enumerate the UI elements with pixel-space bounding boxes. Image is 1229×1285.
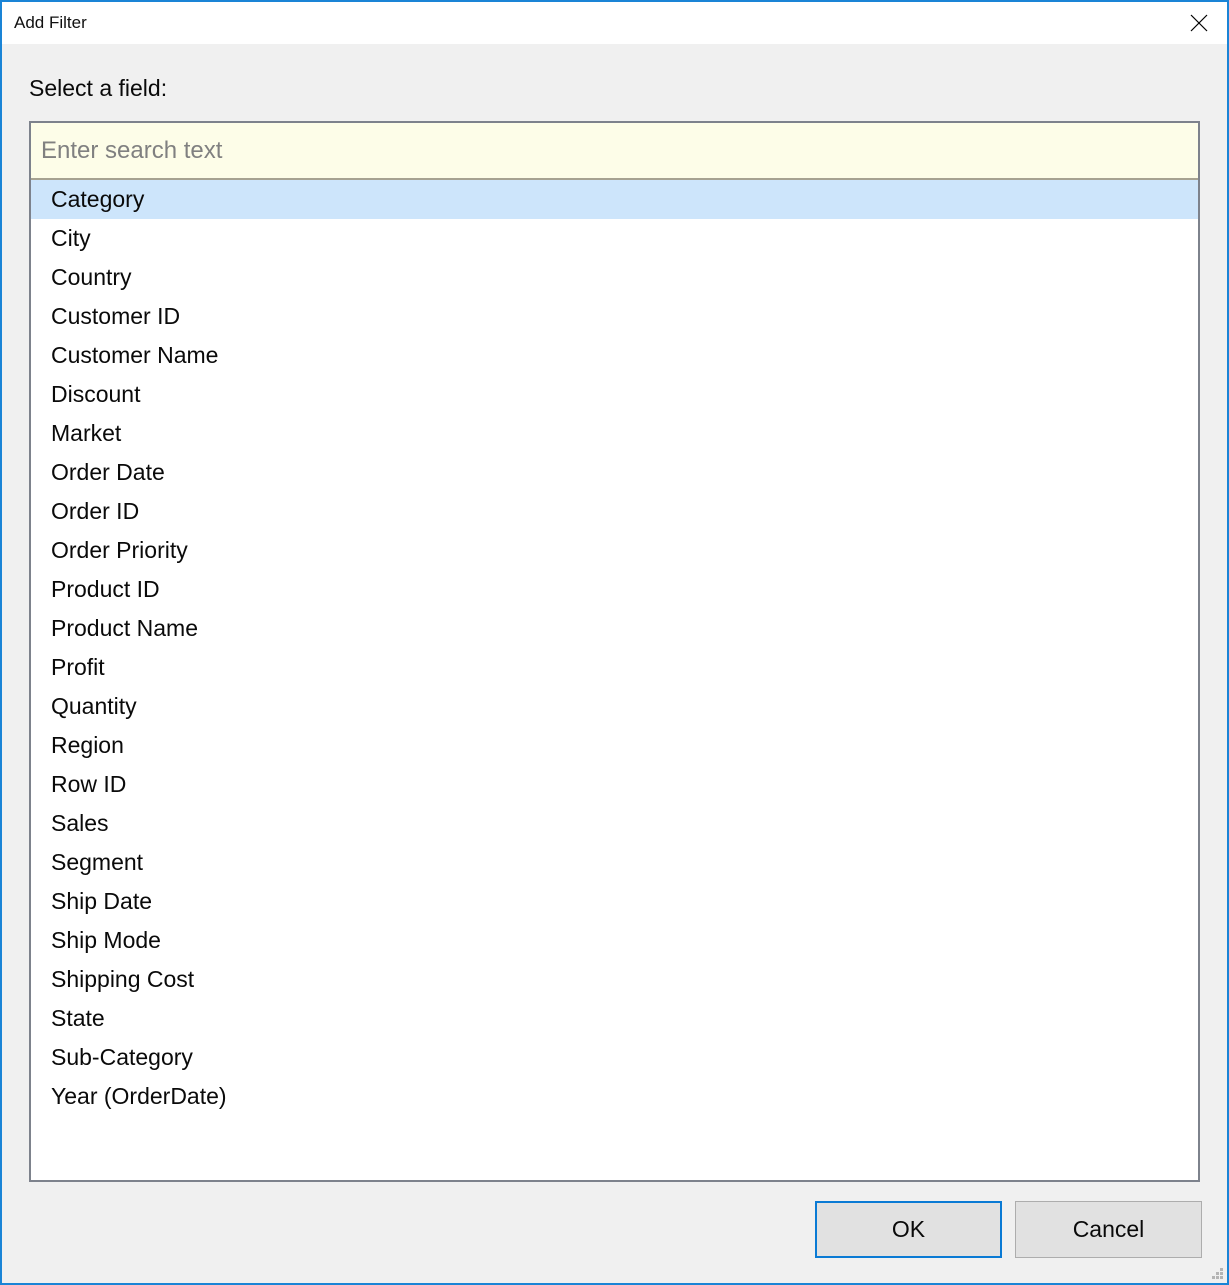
field-list-item[interactable]: Country: [31, 258, 1198, 297]
field-list-item[interactable]: Row ID: [31, 765, 1198, 804]
dialog-body: Select a field: CategoryCityCountryCusto…: [2, 44, 1227, 1283]
field-list-item[interactable]: Ship Date: [31, 882, 1198, 921]
field-list-item[interactable]: Segment: [31, 843, 1198, 882]
field-list-item[interactable]: City: [31, 219, 1198, 258]
field-list-item[interactable]: Quantity: [31, 687, 1198, 726]
field-list[interactable]: CategoryCityCountryCustomer IDCustomer N…: [31, 180, 1198, 1180]
field-picker: CategoryCityCountryCustomer IDCustomer N…: [29, 121, 1200, 1182]
field-list-item[interactable]: Sub-Category: [31, 1038, 1198, 1077]
field-list-item[interactable]: State: [31, 999, 1198, 1038]
ok-button[interactable]: OK: [815, 1201, 1002, 1258]
field-list-item[interactable]: Customer ID: [31, 297, 1198, 336]
select-field-label: Select a field:: [29, 75, 167, 102]
field-list-item[interactable]: Product Name: [31, 609, 1198, 648]
field-list-item[interactable]: Region: [31, 726, 1198, 765]
cancel-button[interactable]: Cancel: [1015, 1201, 1202, 1258]
search-row: [31, 123, 1198, 180]
field-list-item[interactable]: Sales: [31, 804, 1198, 843]
resize-grip-icon[interactable]: [1209, 1265, 1223, 1279]
dialog-titlebar: Add Filter: [2, 2, 1227, 44]
add-filter-dialog: Add Filter Select a field: CategoryCityC…: [0, 0, 1229, 1285]
field-list-item[interactable]: Ship Mode: [31, 921, 1198, 960]
field-list-item[interactable]: Year (OrderDate): [31, 1077, 1198, 1116]
field-list-item[interactable]: Profit: [31, 648, 1198, 687]
field-list-item[interactable]: Order Date: [31, 453, 1198, 492]
field-list-item[interactable]: Order ID: [31, 492, 1198, 531]
search-input[interactable]: [41, 123, 1181, 178]
field-list-item[interactable]: Discount: [31, 375, 1198, 414]
field-list-item[interactable]: Category: [31, 180, 1198, 219]
close-icon[interactable]: [1177, 2, 1221, 44]
field-list-item[interactable]: Market: [31, 414, 1198, 453]
field-list-item[interactable]: Customer Name: [31, 336, 1198, 375]
dialog-title: Add Filter: [14, 13, 87, 33]
field-list-item[interactable]: Product ID: [31, 570, 1198, 609]
field-list-item[interactable]: Order Priority: [31, 531, 1198, 570]
field-list-item[interactable]: Shipping Cost: [31, 960, 1198, 999]
